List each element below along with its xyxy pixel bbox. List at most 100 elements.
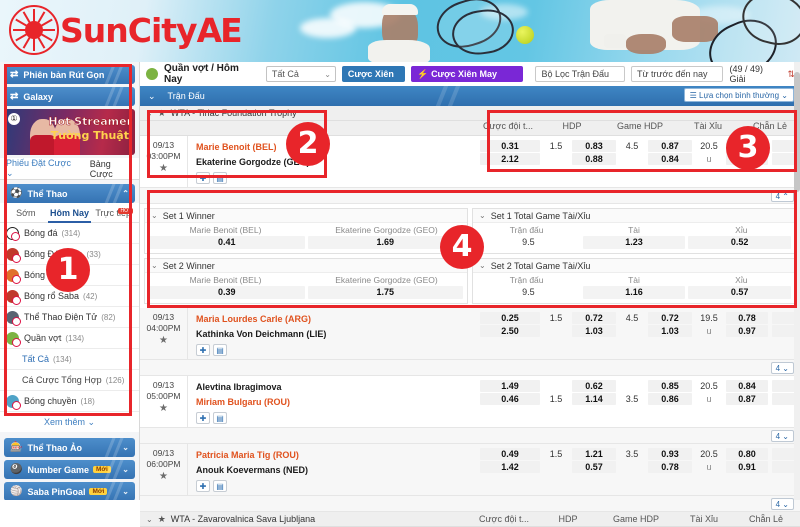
- odds-game-hdp-away[interactable]: 1.03: [648, 324, 692, 337]
- stats-icon[interactable]: ▤: [213, 480, 227, 492]
- table-row[interactable]: 09/13 05:00PM ★ Alevtina Ibragimova Miria…: [140, 376, 800, 428]
- table-row[interactable]: 09/13 06:00PM ★ Patricia Maria Tig (ROU) …: [140, 444, 800, 496]
- odds-game-hdp-away[interactable]: 0.86: [648, 392, 692, 405]
- sidebar-item-number-game[interactable]: 🎱 Number Game Mới ⌄: [4, 460, 135, 479]
- sidebar-item-football[interactable]: Bóng đá (314): [0, 223, 139, 244]
- odds-money-home[interactable]: 1.49: [480, 379, 540, 392]
- stats-icon[interactable]: ▤: [213, 344, 227, 356]
- market-count-select[interactable]: 4 ⌄: [770, 361, 794, 374]
- table-row[interactable]: 09/13 03:00PM ★ Marie Benoit (BEL) Ekater…: [140, 136, 800, 188]
- odds-money-away[interactable]: 1.42: [480, 460, 540, 473]
- odds-under[interactable]: 0.87: [726, 392, 768, 405]
- market-odd-over[interactable]: 1.23: [582, 236, 686, 249]
- team-home[interactable]: Patricia Maria Tig (ROU): [196, 448, 478, 463]
- normal-select-button[interactable]: ☰ Lựa chọn bình thường ⌄: [683, 88, 794, 102]
- odds-hdp-home[interactable]: 0.62: [572, 379, 616, 392]
- match-filter-select[interactable]: Bộ Lọc Trận Đấu ⌄: [535, 66, 625, 94]
- stats-icon[interactable]: ▤: [213, 172, 227, 184]
- odds-hdp-home[interactable]: 1.21: [572, 447, 616, 460]
- sidebar-item-virtual-sports[interactable]: 🎰 Thể Thao Ảo ⌄: [4, 438, 135, 457]
- plus-icon[interactable]: ✚: [196, 480, 210, 492]
- odds-over[interactable]: 0.84: [726, 379, 768, 392]
- stats-icon[interactable]: ▤: [213, 412, 227, 424]
- odds-game-hdp-home[interactable]: 0.87: [648, 139, 692, 152]
- odds-hdp-home[interactable]: 0.72: [572, 311, 616, 324]
- market-count-select[interactable]: 4 ⌄: [770, 497, 794, 510]
- market-header[interactable]: ⌄ Set 2 Total Game Tài/Xỉu: [473, 259, 795, 273]
- market-count-select[interactable]: 4 ⌃: [770, 189, 794, 202]
- sidebar-item-tennis[interactable]: Quần vợt (134): [0, 328, 139, 349]
- odds-hdp-away[interactable]: 0.88: [572, 152, 616, 165]
- odds-game-hdp-home[interactable]: 0.72: [648, 311, 692, 324]
- sidebar-item-galaxy[interactable]: ⇄ Galaxy: [4, 87, 135, 106]
- odds-under[interactable]: 0.91: [726, 460, 768, 473]
- odds-hdp-away[interactable]: 1.03: [572, 324, 616, 337]
- market-count-select[interactable]: 4 ⌄: [770, 429, 794, 442]
- star-icon[interactable]: ★: [140, 471, 187, 482]
- odds-game-hdp-home[interactable]: 0.93: [648, 447, 692, 460]
- subtab-live[interactable]: Trực tiếp HOT: [91, 207, 135, 218]
- table-row[interactable]: 09/13 04:00PM ★ Maria Lourdes Carle (ARG)…: [140, 308, 800, 360]
- see-more-button[interactable]: Xem thêm ⌄: [0, 412, 139, 432]
- market-odd[interactable]: 0.41: [149, 236, 305, 249]
- vertical-scrollbar[interactable]: [794, 62, 800, 500]
- market-odd-under[interactable]: 0.52: [688, 236, 792, 249]
- star-icon[interactable]: ★: [140, 403, 187, 414]
- subtab-early[interactable]: Sớm: [4, 208, 48, 218]
- chevron-down-icon[interactable]: ⌄: [148, 91, 156, 102]
- league-header[interactable]: ⌄ ★ WTA - Tiriac Foundation Trophy: [140, 106, 800, 121]
- team-away[interactable]: Ekaterine Gorgodze (GEO): [196, 155, 478, 170]
- market-header[interactable]: ⌄ Set 1 Winner: [145, 209, 467, 223]
- sidebar-section-sports[interactable]: ⚽ Thể Thao ⌃: [4, 184, 135, 203]
- star-icon[interactable]: ★: [140, 335, 187, 346]
- market-header[interactable]: ⌄ Set 1 Total Game Tài/Xỉu: [473, 209, 795, 223]
- sidebar-item-tennis-combo[interactable]: Cá Cược Tổng Hợp (126): [0, 370, 139, 391]
- odds-money-away[interactable]: 2.12: [480, 152, 540, 165]
- team-home[interactable]: Maria Lourdes Carle (ARG): [196, 312, 478, 327]
- odds-money-home[interactable]: 0.49: [480, 447, 540, 460]
- league-header[interactable]: ⌄ ★ WTA - Zavarovalnica Sava Ljubljana C…: [140, 512, 800, 527]
- sidebar-item-simple-version[interactable]: ⇄ Phiên bản Rút Gọn: [4, 65, 135, 84]
- odds-money-away[interactable]: 0.46: [480, 392, 540, 405]
- brand-logo[interactable]: SunCity AE: [10, 6, 243, 54]
- team-away[interactable]: Miriam Bulgaru (ROU): [196, 395, 478, 410]
- star-icon[interactable]: ★: [158, 514, 166, 525]
- subtab-today[interactable]: Hôm Nay: [47, 203, 92, 223]
- date-filter-select[interactable]: Từ trước đến nay ⌄: [630, 66, 724, 94]
- odds-money-away[interactable]: 2.50: [480, 324, 540, 337]
- lucky-parlay-button[interactable]: ⚡ Cược Xiên May Mắn: [411, 66, 524, 95]
- team-home[interactable]: Marie Benoit (BEL): [196, 140, 478, 155]
- plus-icon[interactable]: ✚: [196, 344, 210, 356]
- odds-game-hdp-home[interactable]: 0.85: [648, 379, 692, 392]
- parlay-button[interactable]: Cược Xiên ›: [341, 66, 406, 95]
- odds-game-hdp-away[interactable]: 0.84: [648, 152, 692, 165]
- market-odd-over[interactable]: 1.16: [582, 286, 686, 299]
- team-away[interactable]: Anouk Koevermans (NED): [196, 463, 478, 478]
- sidebar-item-tennis-all[interactable]: Tất Cả (134): [0, 349, 139, 370]
- odds-over[interactable]: 0.78: [726, 311, 768, 324]
- tab-bet-table[interactable]: Bảng Cược: [90, 159, 133, 179]
- odds-under[interactable]: 0.97: [726, 324, 768, 337]
- team-home[interactable]: Alevtina Ibragimova: [196, 380, 478, 395]
- team-away[interactable]: Kathinka Von Deichmann (LIE): [196, 327, 478, 342]
- plus-icon[interactable]: ✚: [196, 412, 210, 424]
- promo-banner-hot-streamer[interactable]: ① Hot Streamer Tường Thuật: [4, 109, 135, 155]
- star-icon[interactable]: ★: [140, 163, 187, 174]
- market-odd-under[interactable]: 0.57: [688, 286, 792, 299]
- odds-hdp-away[interactable]: 0.57: [572, 460, 616, 473]
- plus-icon[interactable]: ✚: [196, 172, 210, 184]
- odds-hdp-home[interactable]: 0.83: [572, 139, 616, 152]
- all-select[interactable]: Tất Cả ⌄: [265, 66, 336, 82]
- sidebar-item-volleyball[interactable]: Bóng chuyền (18): [0, 391, 139, 412]
- odds-money-home[interactable]: 0.31: [480, 139, 540, 152]
- star-icon[interactable]: ★: [158, 108, 166, 119]
- market-odd[interactable]: 0.39: [149, 286, 305, 299]
- sidebar-item-saba-pingoal[interactable]: 🏐 Saba PinGoal Mới ⌄: [4, 482, 135, 500]
- tab-bet-slip[interactable]: Phiếu Đặt Cược ⌄: [6, 158, 76, 179]
- odds-over[interactable]: 0.80: [726, 447, 768, 460]
- market-header[interactable]: ⌄ Set 2 Winner: [145, 259, 467, 273]
- odds-money-home[interactable]: 0.25: [480, 311, 540, 324]
- market-odd[interactable]: 1.75: [307, 286, 463, 299]
- sidebar-item-esports[interactable]: Thể Thao Điện Tử (82): [0, 307, 139, 328]
- odds-hdp-away[interactable]: 1.14: [572, 392, 616, 405]
